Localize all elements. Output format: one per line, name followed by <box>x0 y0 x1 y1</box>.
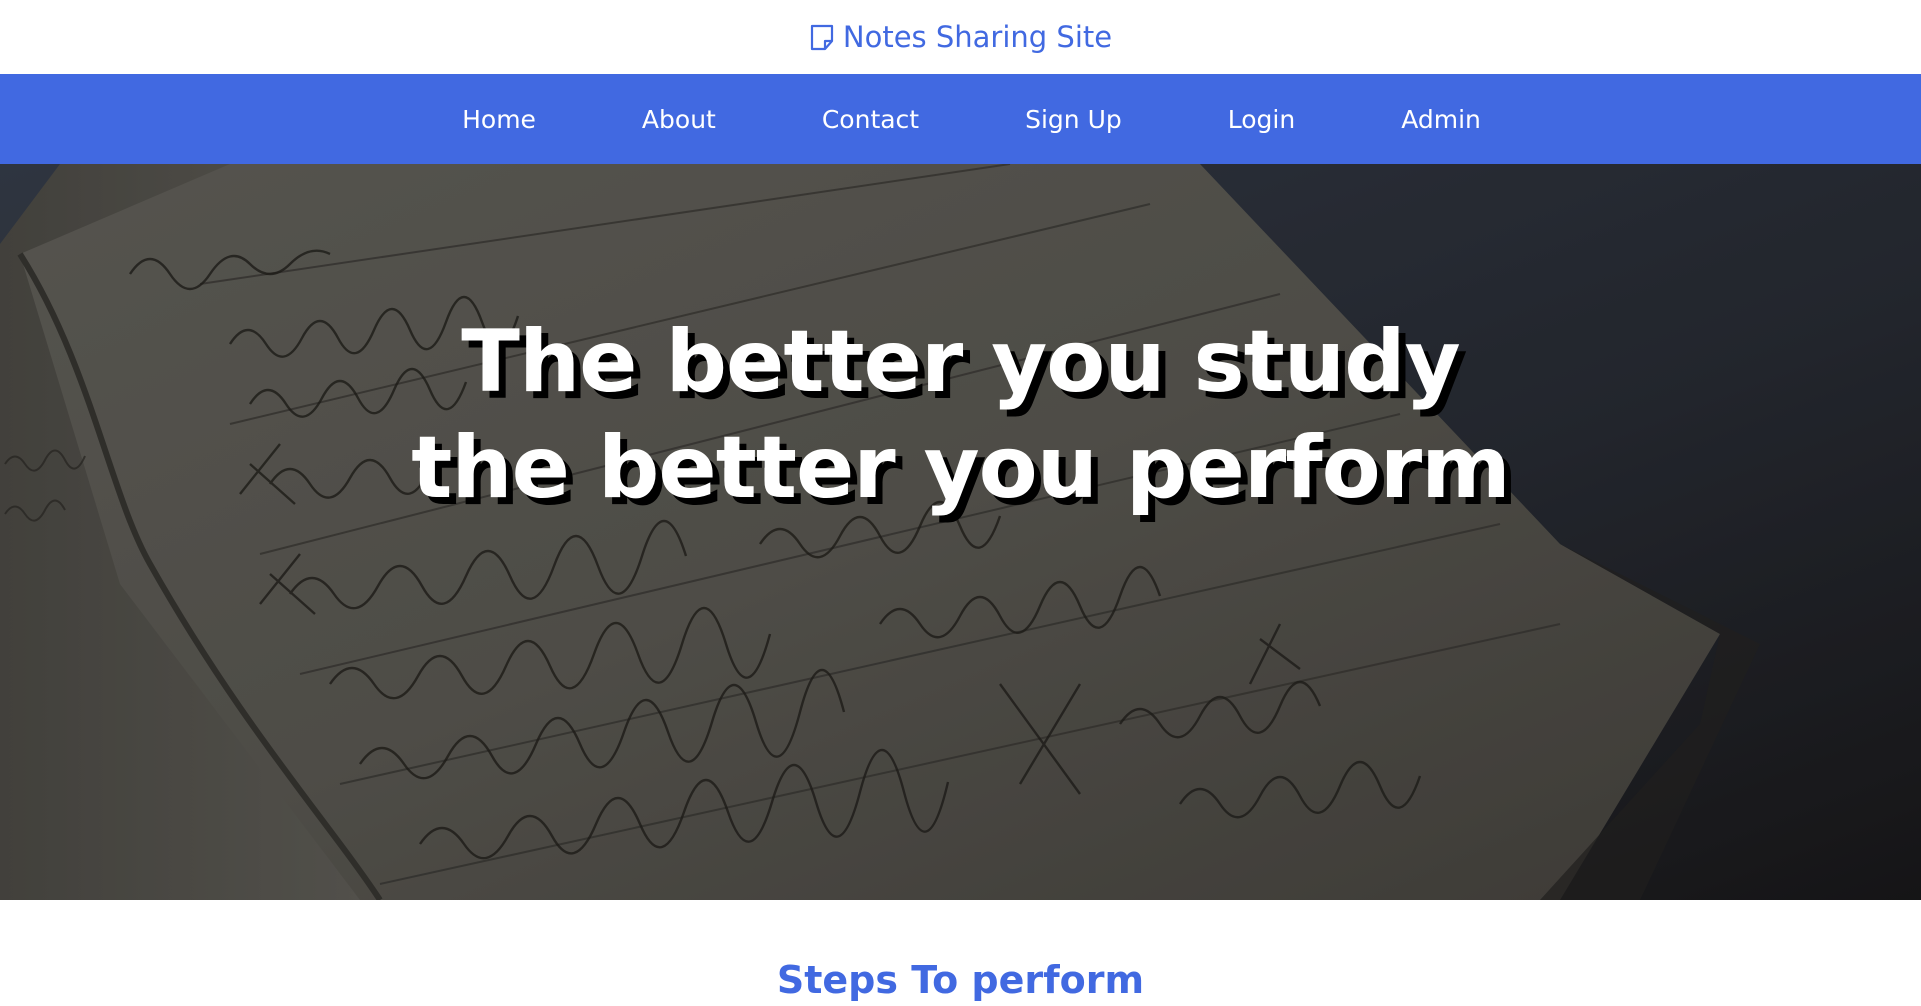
hero-heading: The better you study the better you perf… <box>0 309 1921 521</box>
hero-section: The better you study the better you perf… <box>0 164 1921 900</box>
nav-link-login[interactable]: Login <box>1175 105 1348 134</box>
nav-link-signup[interactable]: Sign Up <box>972 105 1175 134</box>
steps-section: Steps To perform <box>0 900 1921 1006</box>
nav-item-home: Home <box>409 105 589 134</box>
brand-bar: Notes Sharing Site <box>0 0 1921 74</box>
hero-line-2: the better you perform <box>411 418 1511 518</box>
nav-link-about[interactable]: About <box>589 105 769 134</box>
nav-link-admin[interactable]: Admin <box>1348 105 1534 134</box>
nav-item-contact: Contact <box>769 105 972 134</box>
brand-link[interactable]: Notes Sharing Site <box>809 20 1112 54</box>
nav-item-login: Login <box>1175 105 1348 134</box>
nav-item-about: About <box>589 105 769 134</box>
hero-line-1: The better you study <box>461 312 1460 412</box>
hero-overlay <box>0 164 1921 900</box>
steps-title: Steps To perform <box>776 958 1145 1002</box>
sticky-note-icon <box>810 24 833 50</box>
nav-item-admin: Admin <box>1348 105 1534 134</box>
nav-list: Home About Contact Sign Up Login Admin <box>409 105 1534 134</box>
main-navbar: Home About Contact Sign Up Login Admin <box>0 74 1921 164</box>
nav-item-signup: Sign Up <box>972 105 1175 134</box>
brand-name: Notes Sharing Site <box>842 20 1113 54</box>
nav-link-home[interactable]: Home <box>409 105 589 134</box>
nav-link-contact[interactable]: Contact <box>769 105 972 134</box>
